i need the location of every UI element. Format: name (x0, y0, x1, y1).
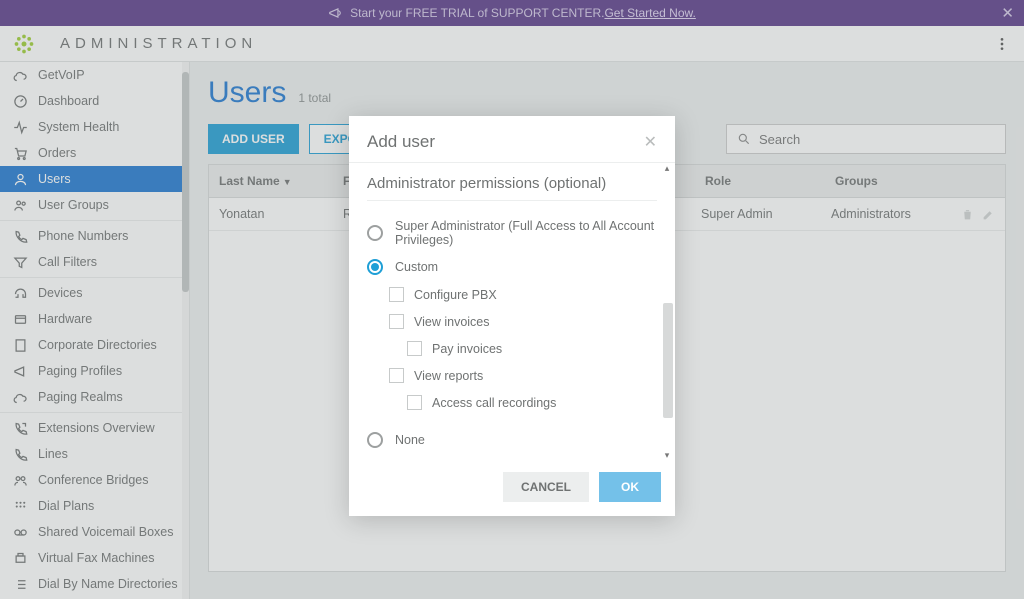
radio-none[interactable]: None (367, 426, 657, 454)
checkbox-configure-pbx[interactable]: Configure PBX (367, 281, 657, 308)
radio-icon[interactable] (367, 432, 383, 448)
scroll-down-icon[interactable]: ▾ (662, 450, 672, 460)
ok-button[interactable]: OK (599, 472, 661, 502)
checkbox-icon[interactable] (389, 314, 404, 329)
checkbox-icon[interactable] (407, 395, 422, 410)
checkbox-view-invoices[interactable]: View invoices (367, 308, 657, 335)
checkbox-label: View invoices (414, 315, 490, 329)
checkbox-access-recordings[interactable]: Access call recordings (367, 389, 657, 416)
checkbox-label: Access call recordings (432, 396, 556, 410)
radio-super-admin[interactable]: Super Administrator (Full Access to All … (367, 213, 657, 253)
add-user-modal: Add user ✕ Administrator permissions (op… (349, 116, 675, 516)
checkbox-label: View reports (414, 369, 483, 383)
checkbox-icon[interactable] (389, 368, 404, 383)
modal-overlay[interactable]: Add user ✕ Administrator permissions (op… (0, 0, 1024, 599)
radio-label: None (395, 433, 425, 447)
close-icon[interactable]: ✕ (644, 132, 657, 152)
cancel-button[interactable]: CANCEL (503, 472, 589, 502)
modal-title: Add user (367, 132, 435, 152)
radio-icon[interactable] (367, 259, 383, 275)
checkbox-icon[interactable] (407, 341, 422, 356)
modal-section-title: Administrator permissions (optional) (367, 163, 657, 201)
checkbox-pay-invoices[interactable]: Pay invoices (367, 335, 657, 362)
modal-scrollbar[interactable]: ▴ ▾ (661, 163, 673, 460)
modal-scrollbar-thumb[interactable] (663, 303, 673, 418)
scroll-up-icon[interactable]: ▴ (662, 163, 672, 173)
radio-label: Custom (395, 260, 438, 274)
checkbox-label: Configure PBX (414, 288, 497, 302)
radio-label: Super Administrator (Full Access to All … (395, 219, 657, 247)
radio-custom[interactable]: Custom (367, 253, 657, 281)
checkbox-view-reports[interactable]: View reports (367, 362, 657, 389)
checkbox-icon[interactable] (389, 287, 404, 302)
checkbox-label: Pay invoices (432, 342, 502, 356)
radio-icon[interactable] (367, 225, 383, 241)
